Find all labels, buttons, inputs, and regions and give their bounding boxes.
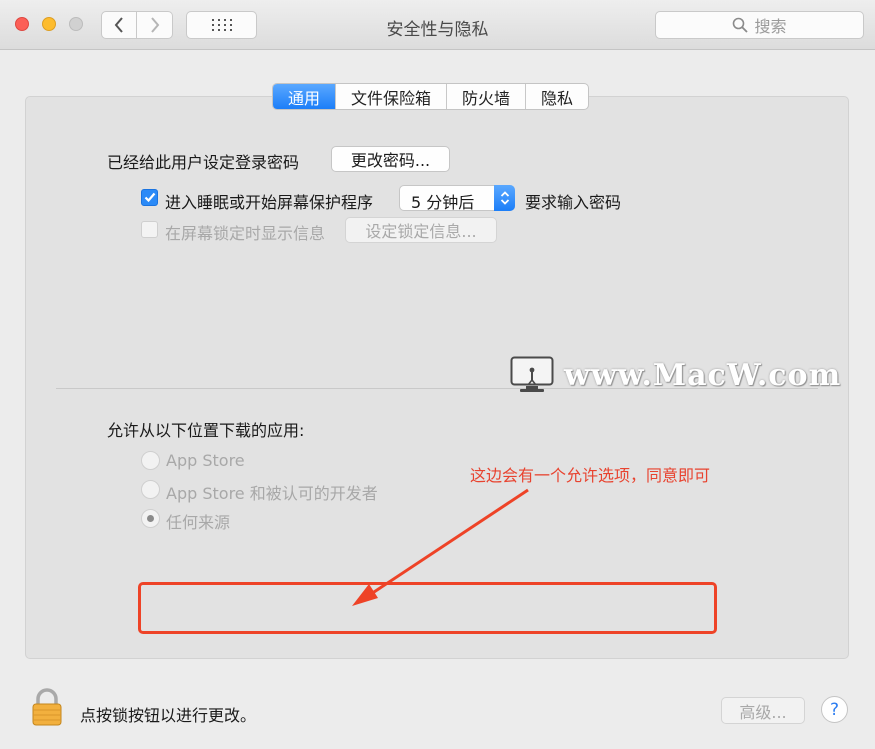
- radio-selected-dot: [147, 515, 154, 522]
- lock-icon: [32, 688, 62, 726]
- tab-privacy[interactable]: 隐私: [525, 84, 588, 109]
- radio-anywhere-label: 任何来源: [166, 513, 231, 532]
- change-password-button[interactable]: 更改密码...: [331, 146, 450, 172]
- radio-app-store-label: App Store: [166, 451, 245, 470]
- tab-filevault[interactable]: 文件保险箱: [335, 84, 446, 109]
- tab-firewall[interactable]: 防火墙: [446, 84, 525, 109]
- gatekeeper-heading: 允许从以下位置下载的应用:: [107, 421, 305, 440]
- lock-status-text: 点按锁按钮以进行更改。: [80, 706, 257, 725]
- search-icon: [733, 17, 749, 33]
- set-lock-message-button[interactable]: 设定锁定信息...: [345, 217, 497, 243]
- checkmark-icon: [144, 192, 155, 203]
- advanced-button[interactable]: 高级...: [721, 697, 805, 724]
- require-password-suffix: 要求输入密码: [525, 193, 622, 212]
- watermark: www.MacW.com: [510, 356, 841, 394]
- require-password-delay-value: 5 分钟后: [411, 193, 475, 212]
- show-message-checkbox[interactable]: [141, 221, 158, 238]
- require-password-delay-popup[interactable]: 5 分钟后: [399, 185, 515, 212]
- require-password-checkbox[interactable]: [141, 189, 158, 206]
- require-password-label: 进入睡眠或开始屏幕保护程序: [165, 193, 374, 212]
- tab-bar: 通用 文件保险箱 防火墙 隐私: [272, 83, 590, 110]
- help-icon: ?: [829, 699, 840, 720]
- monitor-logo-icon: [510, 356, 554, 392]
- annotation-note: 这边会有一个允许选项，同意即可: [470, 466, 711, 485]
- tab-general[interactable]: 通用: [273, 84, 336, 109]
- help-button[interactable]: ?: [821, 696, 848, 723]
- updown-arrows-icon: [494, 185, 515, 211]
- annotation-highlight-box: [138, 582, 717, 634]
- search-placeholder: 搜索: [754, 17, 787, 36]
- password-set-label: 已经给此用户设定登录密码: [107, 153, 300, 172]
- title-bar: 安全性与隐私 搜索: [0, 0, 875, 50]
- search-field[interactable]: 搜索: [655, 11, 864, 39]
- radio-app-store-identified[interactable]: [141, 480, 160, 499]
- lock-button[interactable]: [30, 688, 64, 730]
- radio-app-store[interactable]: [141, 451, 160, 470]
- watermark-text: www.MacW.com: [564, 357, 842, 393]
- radio-app-store-identified-label: App Store 和被认可的开发者: [166, 484, 378, 503]
- radio-anywhere[interactable]: [141, 509, 160, 528]
- show-message-label: 在屏幕锁定时显示信息: [165, 224, 326, 243]
